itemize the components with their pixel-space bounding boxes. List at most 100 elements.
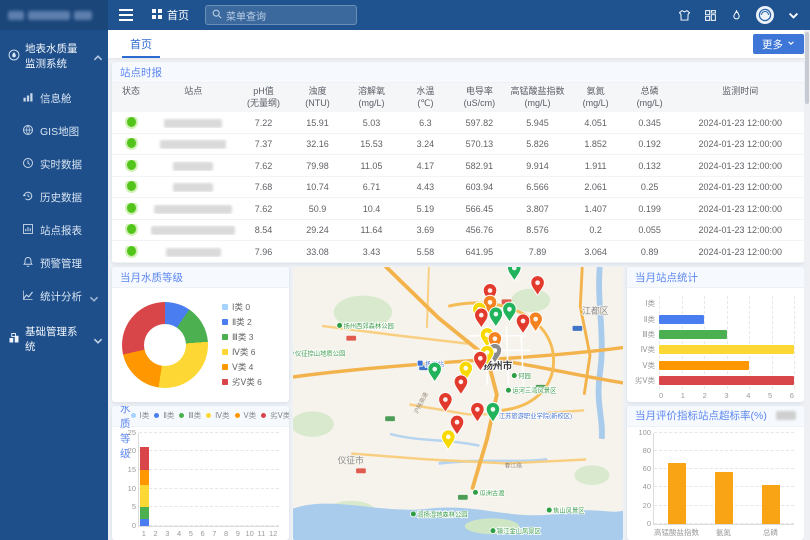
sidebar-item-label: GIS地图 xyxy=(40,124,79,139)
report-icon xyxy=(22,223,34,238)
table-row[interactable]: 8.5429.2411.643.69456.768.5760.20.055202… xyxy=(112,220,804,242)
search-placeholder: 菜单查询 xyxy=(226,8,266,23)
year-grade-panel: 全年水质等级Ⅰ类Ⅱ类Ⅲ类Ⅳ类Ⅴ类劣Ⅴ类 05101520251234567891… xyxy=(112,406,289,540)
month-station-stats-panel: 当月站点统计 Ⅰ类Ⅱ类Ⅲ类Ⅳ类Ⅴ类劣Ⅴ类0123456 xyxy=(627,267,804,402)
chevron-down-icon xyxy=(88,293,96,301)
city-map[interactable]: 江都区仪征市扬州市扬州西郊森林公园仪征捺山地质公园扬州站何园运河三湾风景区江苏旅… xyxy=(293,267,623,540)
bar-总磷[interactable] xyxy=(762,485,780,524)
panel-title-month-grade: 当月水质等级 xyxy=(112,267,289,288)
clock-icon xyxy=(22,157,34,172)
sidebar-item-label: 统计分析 xyxy=(40,289,82,304)
sidebar-item-label: 预警管理 xyxy=(40,256,82,271)
bar-劣Ⅴ类[interactable] xyxy=(659,376,794,385)
theme-shirt-icon[interactable] xyxy=(678,9,691,22)
stats-icon xyxy=(22,289,34,304)
sidebar-item-alert[interactable]: 预警管理 xyxy=(0,247,108,280)
panel-title-station-report: 站点时报 xyxy=(112,62,804,83)
legend-item[interactable]: 劣Ⅴ类 6 xyxy=(222,376,262,388)
sidebar-item-stats[interactable]: 统计分析 xyxy=(0,280,108,313)
history-icon xyxy=(22,190,34,205)
sidebar-item-globe[interactable]: GIS地图 xyxy=(0,115,108,148)
chevron-down-icon[interactable] xyxy=(787,9,800,22)
table-row[interactable]: 7.2215.915.036.3597.825.9454.0510.345202… xyxy=(112,112,804,134)
chevron-up-icon xyxy=(92,52,100,60)
page-scrollbar[interactable] xyxy=(804,30,810,540)
status-dot xyxy=(127,246,136,256)
status-dot xyxy=(127,224,136,234)
stacked-bar-month-1[interactable] xyxy=(140,433,149,527)
station-report-panel: 站点时报 状态站点pH值(无量纲)浊度(NTU)溶解氧(mg/L)水温(℃)电导… xyxy=(112,62,804,263)
station-name-redacted xyxy=(151,226,235,235)
table-row[interactable]: 7.9633.083.435.58641.957.893.0640.892024… xyxy=(112,241,804,263)
user-avatar[interactable] xyxy=(756,6,774,24)
tab-bar: 首页 更多 xyxy=(108,30,810,58)
sidebar-item-label: 站点报表 xyxy=(40,223,82,238)
sidebar-item-label: 信息舱 xyxy=(40,91,72,106)
grid-icon xyxy=(152,9,162,22)
status-dot xyxy=(127,117,136,127)
donut-ring xyxy=(122,302,208,388)
bar-Ⅳ类[interactable] xyxy=(659,345,794,354)
breadcrumb-label: 首页 xyxy=(167,7,189,23)
more-button[interactable]: 更多 xyxy=(753,34,804,54)
bar-Ⅱ类[interactable] xyxy=(659,315,704,324)
fullscreen-layout-icon[interactable] xyxy=(704,9,717,22)
sidebar-item-base-system[interactable]: 基础管理系统 xyxy=(0,313,108,365)
search-icon xyxy=(212,9,222,22)
legend-item[interactable]: Ⅰ类 0 xyxy=(222,301,262,313)
flame-icon[interactable] xyxy=(730,9,743,22)
panel-title-station-stats: 当月站点统计 xyxy=(627,267,804,288)
scrollbar-thumb[interactable] xyxy=(805,32,809,104)
legend-item[interactable]: Ⅱ类 2 xyxy=(222,316,262,328)
chevron-down-icon xyxy=(92,335,100,343)
app-root: 地表水质量监测系统 信息舱 GIS地图实时数据历史数据站点报表预警管理统计分析基础… xyxy=(0,0,810,540)
alert-icon xyxy=(22,256,34,271)
map-label: 瓜洲古渡 xyxy=(479,488,505,497)
globe-icon xyxy=(22,124,34,139)
tab-home[interactable]: 首页 xyxy=(120,30,162,58)
sidebar-item-clock[interactable]: 实时数据 xyxy=(0,148,108,181)
map-label: 仪征捺山地质公园 xyxy=(295,348,345,357)
map-label: 运河三湾风景区 xyxy=(512,386,557,395)
sidebar-system-header[interactable]: 地表水质量监测系统 xyxy=(0,30,108,82)
sidebar-item-label: 实时数据 xyxy=(40,157,82,172)
stacked-legend: Ⅰ类Ⅱ类Ⅲ类Ⅳ类Ⅴ类劣Ⅴ类 xyxy=(131,410,290,421)
sidebar-item-dashboard[interactable]: 信息舱 xyxy=(0,82,108,115)
donut-chart: Ⅰ类 0 Ⅱ类 2 Ⅲ类 3 Ⅳ类 6 Ⅴ类 4 劣Ⅴ类 6 xyxy=(112,288,289,402)
table-row[interactable]: 7.6810.746.714.43603.946.5662.0610.25202… xyxy=(112,177,804,199)
bar-Ⅴ类[interactable] xyxy=(659,361,749,370)
bar-氨氮[interactable] xyxy=(715,472,733,524)
stacked-bar-chart: 0510152025123456789101112 xyxy=(112,427,289,540)
table-row[interactable]: 7.6279.9811.054.17582.919.9141.9110.1322… xyxy=(112,155,804,177)
sidebar-item-report[interactable]: 站点报表 xyxy=(0,214,108,247)
bar-高锰酸盐指数[interactable] xyxy=(668,463,686,524)
station-name-redacted xyxy=(160,140,226,149)
map-label: 江都区 xyxy=(582,306,608,316)
menu-toggle-icon[interactable] xyxy=(118,8,134,22)
table-row[interactable]: 7.3732.1615.533.24570.135.8261.8520.1922… xyxy=(112,134,804,156)
table-row[interactable]: 7.6250.910.45.19566.453.8071.4070.199202… xyxy=(112,198,804,220)
status-dot xyxy=(127,181,136,191)
status-dot xyxy=(127,203,136,213)
map-label: 焦山风景区 xyxy=(553,505,585,514)
legend-item[interactable]: Ⅲ类 3 xyxy=(222,331,262,343)
app-logo xyxy=(0,0,108,30)
breadcrumb[interactable]: 首页 xyxy=(152,7,189,23)
station-name-redacted xyxy=(154,205,232,214)
menu-search-input[interactable]: 菜单查询 xyxy=(205,5,357,25)
status-dot xyxy=(127,160,136,170)
exceed-rate-panel: 当月评价指标站点超标率(%) 020406080100高锰酸盐指数氨氮总磷 xyxy=(627,406,804,540)
map-label: 润扬湿地森林公园 xyxy=(417,509,467,518)
sidebar-item-history[interactable]: 历史数据 xyxy=(0,181,108,214)
map-label: 春江路 xyxy=(505,461,523,469)
station-name-redacted xyxy=(173,162,213,171)
sidebar: 地表水质量监测系统 信息舱 GIS地图实时数据历史数据站点报表预警管理统计分析基础… xyxy=(0,0,108,540)
legend-item[interactable]: Ⅳ类 6 xyxy=(222,346,262,358)
main-area: 首页 更多 站点时报 状态站点pH值(无量纲)浊度(NTU)溶解氧(mg/L)水… xyxy=(108,30,810,540)
dashboard-content: 站点时报 状态站点pH值(无量纲)浊度(NTU)溶解氧(mg/L)水温(℃)电导… xyxy=(108,58,810,540)
water-grade-donut-panel: 当月水质等级 Ⅰ类 0 Ⅱ类 2 Ⅲ类 3 Ⅳ类 6 Ⅴ类 4 劣Ⅴ类 6 xyxy=(112,267,289,402)
system-title: 地表水质量监测系统 xyxy=(25,41,87,71)
bar-Ⅲ类[interactable] xyxy=(659,330,727,339)
donut-legend: Ⅰ类 0 Ⅱ类 2 Ⅲ类 3 Ⅳ类 6 Ⅴ类 4 劣Ⅴ类 6 xyxy=(222,301,262,388)
legend-item[interactable]: Ⅴ类 4 xyxy=(222,361,262,373)
